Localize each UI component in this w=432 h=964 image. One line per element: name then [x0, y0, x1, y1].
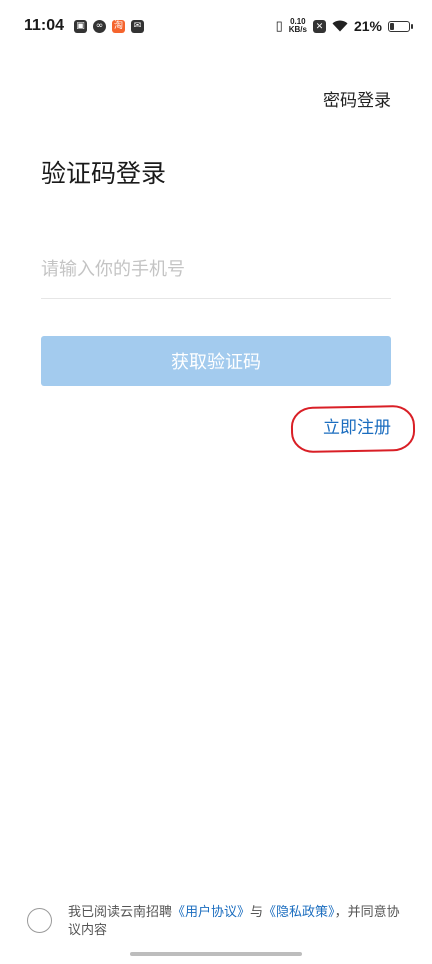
- home-indicator[interactable]: [130, 952, 302, 956]
- agreement-text: 我已阅读云南招聘《用户协议》与《隐私政策》，并同意协议内容: [68, 905, 400, 938]
- get-code-button[interactable]: 获取验证码: [41, 336, 391, 386]
- wifi-icon: [332, 20, 348, 32]
- page-title: 验证码登录: [41, 159, 167, 188]
- register-link[interactable]: 立即注册: [323, 413, 391, 438]
- status-bar: 11:04 ▣ ∞ 淘 ✉ ▯ 0.10 KB/s ✕ 21%: [0, 0, 432, 52]
- password-login-link[interactable]: 密码登录: [323, 86, 391, 111]
- link-icon: ∞: [93, 19, 107, 33]
- battery-percent: 21%: [353, 18, 382, 34]
- vibrate-icon: ▯: [275, 18, 283, 33]
- net-speed: 0.10 KB/s: [288, 17, 307, 34]
- no-sim-icon: ✕: [312, 19, 326, 33]
- phone-input[interactable]: [41, 240, 391, 299]
- agreement-row: 我已阅读云南招聘《用户协议》与《隐私政策》，并同意协议内容: [27, 904, 407, 940]
- status-right: ▯ 0.10 KB/s ✕ 21%: [275, 17, 413, 34]
- privacy-policy-link[interactable]: 《隐私政策》: [263, 905, 335, 920]
- wallet-icon: ▣: [74, 19, 88, 33]
- notification-icons: ▣ ∞ 淘 ✉: [74, 19, 145, 33]
- agreement-checkbox[interactable]: [27, 908, 52, 933]
- status-time: 11:04: [24, 17, 65, 34]
- user-agreement-link[interactable]: 《用户协议》: [172, 905, 250, 920]
- taobao-icon: 淘: [112, 19, 126, 33]
- battery-fill: [390, 22, 394, 30]
- battery-icon: [388, 20, 413, 32]
- mail-icon: ✉: [131, 19, 145, 33]
